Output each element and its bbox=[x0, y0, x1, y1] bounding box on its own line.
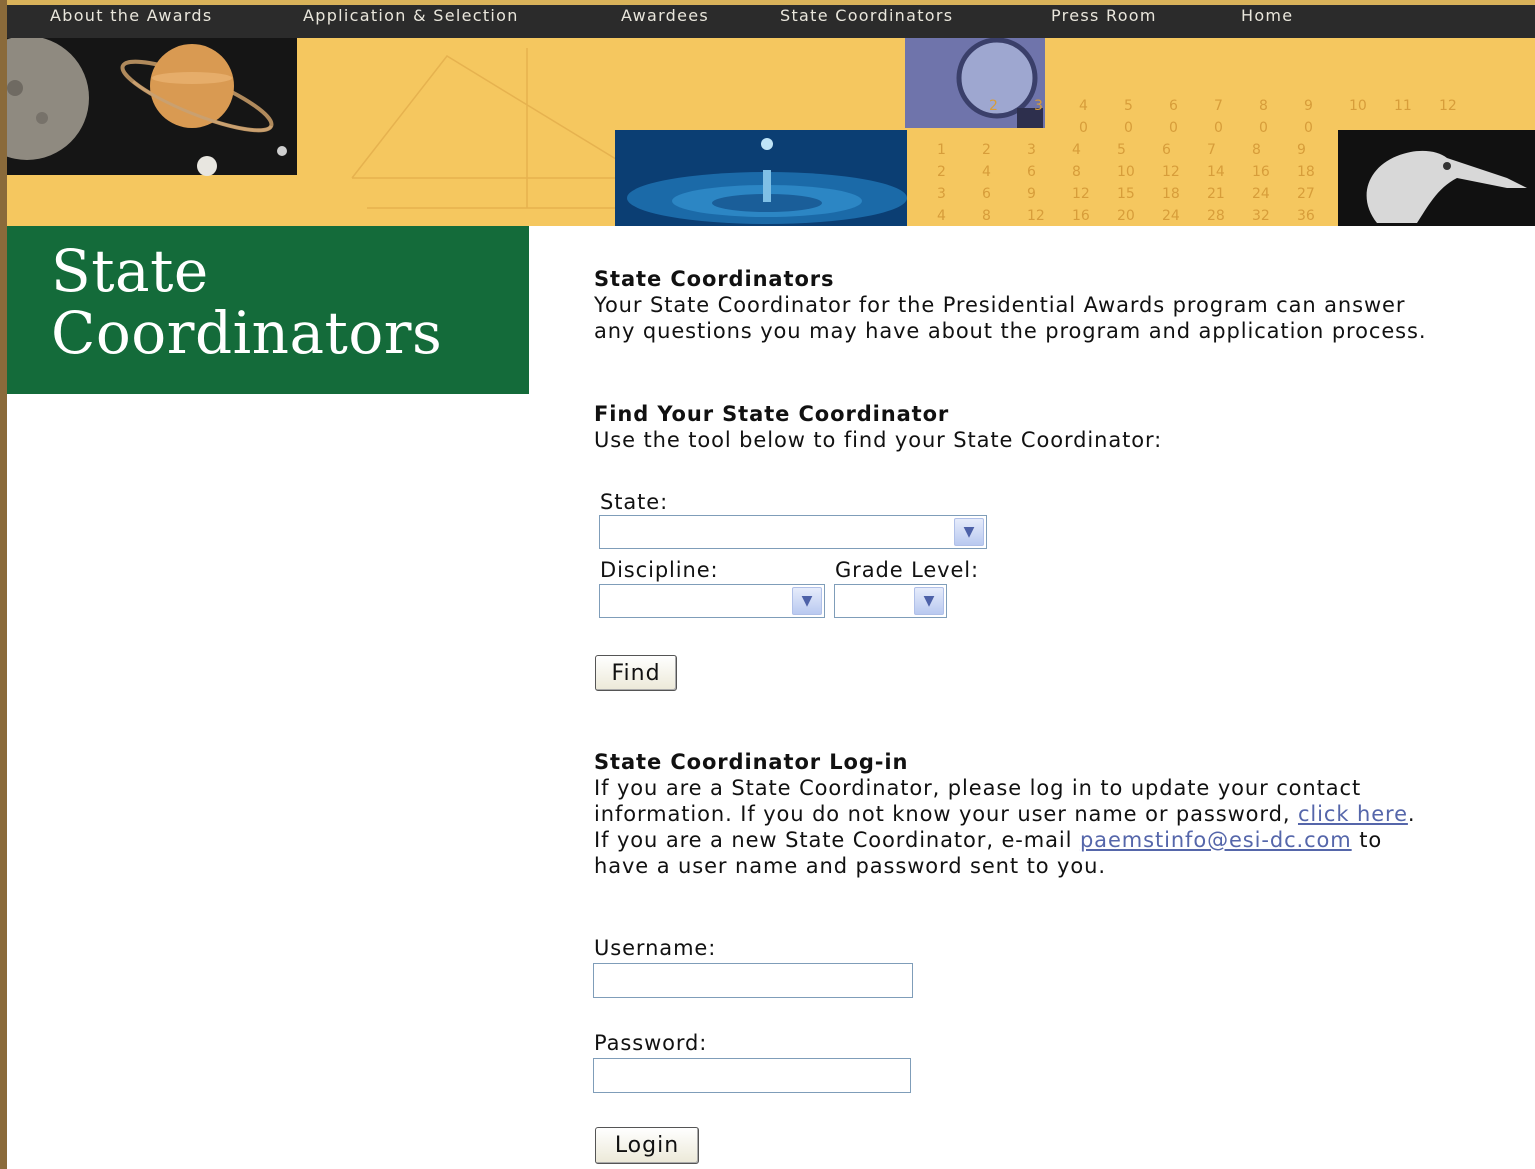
left-edge-border bbox=[0, 0, 7, 1169]
water-drop-image bbox=[615, 130, 907, 226]
multiplication-cell: 12 bbox=[1162, 164, 1180, 180]
multiplication-cell: 0 bbox=[1214, 120, 1223, 136]
multiplication-cell: 15 bbox=[1117, 186, 1135, 202]
nav-awardees[interactable]: Awardees bbox=[621, 5, 709, 38]
page-title-block: State Coordinators bbox=[7, 226, 529, 394]
multiplication-header-cell: 7 bbox=[1214, 98, 1223, 114]
multiplication-cell: 36 bbox=[1297, 208, 1315, 224]
multiplication-header-cell: 5 bbox=[1124, 98, 1133, 114]
multiplication-cell: 16 bbox=[1072, 208, 1090, 224]
intro-text: Your State Coordinator for the President… bbox=[594, 293, 1427, 343]
username-input[interactable] bbox=[593, 963, 913, 998]
multiplication-cell: 0 bbox=[1259, 120, 1268, 136]
multiplication-cell: 9 bbox=[1027, 186, 1036, 202]
find-heading: Find Your State Coordinator bbox=[594, 402, 950, 426]
login-heading: State Coordinator Log-in bbox=[594, 750, 909, 774]
multiplication-cell: 7 bbox=[1207, 142, 1216, 158]
multiplication-cell: 0 bbox=[1079, 120, 1088, 136]
discipline-select[interactable]: ▼ bbox=[599, 584, 825, 618]
multiplication-cell: 4 bbox=[982, 164, 991, 180]
multiplication-cell: 18 bbox=[1162, 186, 1180, 202]
nav-state-coordinators[interactable]: State Coordinators bbox=[780, 5, 953, 38]
username-label: Username: bbox=[594, 936, 717, 960]
page-title: State Coordinators bbox=[51, 240, 442, 364]
multiplication-header-cell: 3 bbox=[1034, 98, 1043, 114]
email-link[interactable]: paemstinfo@esi-dc.com bbox=[1080, 828, 1352, 852]
multiplication-header-cell: 6 bbox=[1169, 98, 1178, 114]
top-navigation: About the Awards Application & Selection… bbox=[7, 0, 1535, 38]
nav-application-selection[interactable]: Application & Selection bbox=[303, 5, 519, 38]
multiplication-cell: 4 bbox=[937, 208, 946, 224]
multiplication-cell: 14 bbox=[1207, 164, 1225, 180]
multiplication-cell: 8 bbox=[1252, 142, 1261, 158]
login-text-part-1: If you are a State Coordinator, please l… bbox=[594, 776, 1362, 826]
intro-heading: State Coordinators bbox=[594, 267, 835, 291]
find-button[interactable]: Find bbox=[595, 655, 677, 691]
multiplication-cell: 2 bbox=[937, 164, 946, 180]
multiplication-header-cell: 10 bbox=[1349, 98, 1367, 114]
multiplication-cell: 10 bbox=[1117, 164, 1135, 180]
multiplication-cell: 20 bbox=[1117, 208, 1135, 224]
multiplication-cell: 12 bbox=[1072, 186, 1090, 202]
multiplication-cell: 6 bbox=[1027, 164, 1036, 180]
chevron-down-icon[interactable]: ▼ bbox=[914, 587, 944, 615]
banner-artwork: 2 3 4 5 6 7 8 9 10 11 120 0 0 0 0 01 2 3 4 5 6 7 8 92 4 6 8 10 12 14 1… bbox=[7, 38, 1535, 226]
multiplication-cell: 4 bbox=[1072, 142, 1081, 158]
nav-home[interactable]: Home bbox=[1241, 5, 1293, 38]
multiplication-cell: 12 bbox=[1027, 208, 1045, 224]
grade-level-label: Grade Level: bbox=[835, 558, 980, 582]
multiplication-header-cell: 4 bbox=[1079, 98, 1088, 114]
find-text: Use the tool below to find your State Co… bbox=[594, 428, 1163, 452]
multiplication-header-cell: 12 bbox=[1439, 98, 1457, 114]
multiplication-cell: 28 bbox=[1207, 208, 1225, 224]
login-text: If you are a State Coordinator, please l… bbox=[594, 775, 1434, 879]
multiplication-cell: 5 bbox=[1117, 142, 1126, 158]
multiplication-header-cell: 8 bbox=[1259, 98, 1268, 114]
multiplication-cell: 2 bbox=[982, 142, 991, 158]
click-here-link[interactable]: click here bbox=[1298, 802, 1408, 826]
multiplication-cell: 9 bbox=[1297, 142, 1306, 158]
page-title-line-1: State bbox=[51, 237, 209, 305]
multiplication-cell: 18 bbox=[1297, 164, 1315, 180]
multiplication-cell: 24 bbox=[1252, 186, 1270, 202]
multiplication-cell: 16 bbox=[1252, 164, 1270, 180]
multiplication-cell: 8 bbox=[982, 208, 991, 224]
multiplication-cell: 0 bbox=[1304, 120, 1313, 136]
triangle-drawing bbox=[351, 48, 650, 209]
page-title-line-2: Coordinators bbox=[51, 299, 443, 367]
multiplication-cell: 1 bbox=[937, 142, 946, 158]
chevron-down-icon[interactable]: ▼ bbox=[954, 518, 984, 546]
find-section: Find Your State Coordinator Use the tool… bbox=[594, 401, 1454, 453]
multiplication-cell: 0 bbox=[1124, 120, 1133, 136]
multiplication-cell: 32 bbox=[1252, 208, 1270, 224]
multiplication-header-cell: 11 bbox=[1394, 98, 1412, 114]
nav-press-room[interactable]: Press Room bbox=[1051, 5, 1157, 38]
login-section: State Coordinator Log-in If you are a St… bbox=[594, 749, 1434, 879]
discipline-label: Discipline: bbox=[600, 558, 719, 582]
password-input[interactable] bbox=[593, 1058, 911, 1093]
intro-section: State Coordinators Your State Coordinato… bbox=[594, 266, 1454, 344]
multiplication-cell: 3 bbox=[937, 186, 946, 202]
seahorse-image bbox=[1338, 130, 1535, 226]
state-select[interactable]: ▼ bbox=[599, 515, 987, 549]
password-label: Password: bbox=[594, 1031, 708, 1055]
multiplication-cell: 24 bbox=[1162, 208, 1180, 224]
multiplication-cell: 3 bbox=[1027, 142, 1036, 158]
planets-image bbox=[7, 38, 297, 176]
chevron-down-icon[interactable]: ▼ bbox=[792, 587, 822, 615]
multiplication-header-cell: 2 bbox=[989, 98, 998, 114]
multiplication-header-cell: 9 bbox=[1304, 98, 1313, 114]
multiplication-cell: 27 bbox=[1297, 186, 1315, 202]
multiplication-cell: 8 bbox=[1072, 164, 1081, 180]
grade-level-select[interactable]: ▼ bbox=[834, 584, 947, 618]
login-button[interactable]: Login bbox=[595, 1127, 699, 1164]
multiplication-cell: 6 bbox=[982, 186, 991, 202]
magnifier-image bbox=[905, 38, 1045, 128]
multiplication-cell: 21 bbox=[1207, 186, 1225, 202]
header-banner: 2 3 4 5 6 7 8 9 10 11 12 0 0 0 0 0 0 1 2 3 4 5 6 7 8 9 2 4 6 8 10 12 14 1… bbox=[7, 38, 1535, 226]
nav-about-the-awards[interactable]: About the Awards bbox=[50, 5, 213, 38]
state-label: State: bbox=[600, 490, 669, 514]
multiplication-cell: 6 bbox=[1162, 142, 1171, 158]
multiplication-cell: 0 bbox=[1169, 120, 1178, 136]
